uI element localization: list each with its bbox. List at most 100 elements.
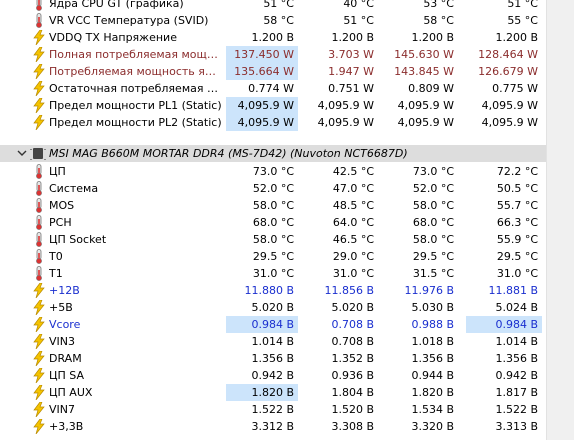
current-value-cell: 4,095.9 W bbox=[226, 114, 298, 131]
sensor-label: Остаточная потребляемая мощ... bbox=[49, 82, 223, 95]
min-value-cell: 4,095.9 W bbox=[317, 99, 374, 112]
current-value-cell: 0.774 W bbox=[248, 82, 294, 95]
current-value-cell: 51 °C bbox=[263, 0, 294, 10]
sensor-row[interactable]: Полная потребляемая мощност...137.450 W 3… bbox=[0, 46, 546, 63]
vertical-scrollbar[interactable] bbox=[546, 0, 574, 440]
avg-value-cell: 0.775 W bbox=[492, 82, 538, 95]
sensor-row[interactable]: VIN3 1.014 В 0.708 В 1.018 В 1.014 В bbox=[0, 333, 546, 350]
sensor-row[interactable]: Vcore 0.984 В 0.708 В 0.988 В 0.984 В bbox=[0, 316, 546, 333]
max-value-cell: 4,095.9 W bbox=[397, 99, 454, 112]
bolt-icon bbox=[33, 80, 45, 97]
sensor-row[interactable]: +12В 11.880 В 11.856 В 11.976 В 11.881 В bbox=[0, 282, 546, 299]
min-value-cell: 1.804 В bbox=[331, 386, 374, 399]
sensor-row[interactable]: ЦП SA 0.942 В 0.936 В 0.944 В 0.942 В bbox=[0, 367, 546, 384]
max-value-cell: 11.976 В bbox=[404, 284, 454, 297]
current-value-cell: 4,095.9 W bbox=[226, 97, 298, 114]
sensor-label: Ядра CPU GT (графика) bbox=[49, 0, 184, 10]
avg-value-cell: 29.5 °C bbox=[496, 250, 538, 263]
sensor-label: +12В bbox=[49, 284, 80, 297]
min-value-cell: 64.0 °C bbox=[332, 216, 374, 229]
max-value-cell: 31.5 °C bbox=[412, 267, 454, 280]
current-value-cell: 73.0 °C bbox=[252, 165, 294, 178]
bolt-icon bbox=[33, 384, 45, 401]
avg-value-cell: 3.313 В bbox=[495, 420, 538, 433]
current-value-cell: 1.200 В bbox=[251, 31, 294, 44]
current-value-cell: 29.5 °C bbox=[252, 250, 294, 263]
avg-value-cell: 1.522 В bbox=[495, 403, 538, 416]
min-value-cell: 1.520 В bbox=[331, 403, 374, 416]
max-value-cell: 1.356 В bbox=[411, 352, 454, 365]
thermometer-icon bbox=[33, 266, 45, 281]
avg-value-cell: 72.2 °C bbox=[496, 165, 538, 178]
max-value-cell: 58 °C bbox=[423, 14, 454, 27]
sensor-row[interactable]: VIN7 1.522 В 1.520 В 1.534 В 1.522 В bbox=[0, 401, 546, 418]
min-value-cell: 1.352 В bbox=[331, 352, 374, 365]
avg-value-cell: 55 °C bbox=[507, 14, 538, 27]
max-value-cell: 52.0 °C bbox=[412, 182, 454, 195]
sensor-row[interactable]: ЦП 73.0 °C 42.5 °C 73.0 °C 72.2 °C bbox=[0, 163, 546, 180]
sensor-row[interactable]: MOS 58.0 °C 48.5 °C 58.0 °C 55.7 °C bbox=[0, 197, 546, 214]
bolt-icon bbox=[33, 299, 45, 316]
chevron-down-icon[interactable] bbox=[16, 146, 28, 160]
sensor-row[interactable]: PCH 68.0 °C 64.0 °C 68.0 °C 66.3 °C bbox=[0, 214, 546, 231]
sensor-row[interactable]: Предел мощности PL1 (Static) 4,095.9 W 4,0… bbox=[0, 97, 546, 114]
min-value-cell: 0.936 В bbox=[331, 369, 374, 382]
current-value-cell: 58.0 °C bbox=[252, 199, 294, 212]
sensor-label: +3,3В bbox=[49, 420, 84, 433]
sensor-label: ЦП bbox=[49, 165, 66, 178]
max-value-cell: 5.030 В bbox=[411, 301, 454, 314]
current-value-cell: 31.0 °C bbox=[252, 267, 294, 280]
sensor-label: VR VCC Температура (SVID) bbox=[49, 14, 209, 27]
thermometer-icon bbox=[33, 181, 45, 196]
avg-value-cell: 1.817 В bbox=[495, 386, 538, 399]
thermometer-icon bbox=[33, 232, 45, 247]
max-value-cell: 3.320 В bbox=[411, 420, 454, 433]
sensor-row[interactable]: VR VCC Температура (SVID) 58 °C 51 °C 58 °C… bbox=[0, 12, 546, 29]
sensor-label: VIN3 bbox=[49, 335, 75, 348]
min-value-cell: 1.947 W bbox=[328, 65, 374, 78]
bolt-icon bbox=[33, 46, 45, 63]
min-value-cell: 29.0 °C bbox=[332, 250, 374, 263]
sensor-row[interactable]: Предел мощности PL2 (Static) 4,095.9 W 4,0… bbox=[0, 114, 546, 131]
sensor-row[interactable]: ЦП Socket 58.0 °C 46.5 °C 58.0 °C 55.9 °C bbox=[0, 231, 546, 248]
current-value-cell: 1.356 В bbox=[251, 352, 294, 365]
sensor-row[interactable]: Потребляемая мощность ядер IA 135.664 W 1.… bbox=[0, 63, 546, 80]
sensor-label: Полная потребляемая мощност... bbox=[49, 48, 223, 61]
sensor-row[interactable]: +5В 5.020 В 5.020 В 5.030 В 5.024 В bbox=[0, 299, 546, 316]
sensor-label: +5В bbox=[49, 301, 73, 314]
sensor-row[interactable]: T1 31.0 °C 31.0 °C 31.5 °C 31.0 °C bbox=[0, 265, 546, 282]
max-value-cell: 1.018 В bbox=[411, 335, 454, 348]
current-value-cell: 52.0 °C bbox=[252, 182, 294, 195]
thermometer-icon bbox=[33, 0, 45, 11]
min-value-cell: 3.308 В bbox=[331, 420, 374, 433]
sensor-row[interactable]: Ядра CPU GT (графика) 51 °C 40 °C 53 °C 51 °… bbox=[0, 0, 546, 12]
min-value-cell: 31.0 °C bbox=[332, 267, 374, 280]
sensor-row[interactable]: Система 52.0 °C 47.0 °C 52.0 °C 50.5 °C bbox=[0, 180, 546, 197]
max-value-cell: 58.0 °C bbox=[412, 233, 454, 246]
avg-value-cell: 5.024 В bbox=[495, 301, 538, 314]
sensor-row[interactable]: T0 29.5 °C 29.0 °C 29.5 °C 29.5 °C bbox=[0, 248, 546, 265]
sensor-label: ЦП SA bbox=[49, 369, 85, 382]
min-value-cell: 42.5 °C bbox=[332, 165, 374, 178]
avg-value-cell: 66.3 °C bbox=[496, 216, 538, 229]
min-value-cell: 46.5 °C bbox=[332, 233, 374, 246]
current-value-cell: 135.664 W bbox=[226, 63, 298, 80]
max-value-cell: 68.0 °C bbox=[412, 216, 454, 229]
sensor-row[interactable]: ЦП AUX 1.820 В 1.804 В 1.820 В 1.817 В bbox=[0, 384, 546, 401]
min-value-cell: 4,095.9 W bbox=[317, 116, 374, 129]
bolt-icon bbox=[33, 367, 45, 384]
sensor-row[interactable]: +3,3В 3.312 В 3.308 В 3.320 В 3.313 В bbox=[0, 418, 546, 435]
sensor-label: Система bbox=[49, 182, 99, 195]
current-value-cell: 0.984 В bbox=[226, 316, 298, 333]
current-value-cell: 1.014 В bbox=[251, 335, 294, 348]
min-value-cell: 0.708 В bbox=[331, 335, 374, 348]
sensor-row[interactable]: VDDQ TX Напряжение 1.200 В 1.200 В 1.200 В 1… bbox=[0, 29, 546, 46]
avg-value-cell: 1.200 В bbox=[495, 31, 538, 44]
sensor-row[interactable]: DRAM 1.356 В 1.352 В 1.356 В 1.356 В bbox=[0, 350, 546, 367]
sensor-label: Потребляемая мощность ядер IA bbox=[49, 65, 223, 78]
current-value-cell: 137.450 W bbox=[226, 46, 298, 63]
sensor-group-header[interactable]: MSI MAG B660M MORTAR DDR4 (MS-7D42) (Nuv… bbox=[0, 145, 546, 162]
sensor-row[interactable]: Остаточная потребляемая мощ... 0.774 W 0.7… bbox=[0, 80, 546, 97]
avg-value-cell: 4,095.9 W bbox=[481, 116, 538, 129]
bolt-icon bbox=[33, 350, 45, 367]
